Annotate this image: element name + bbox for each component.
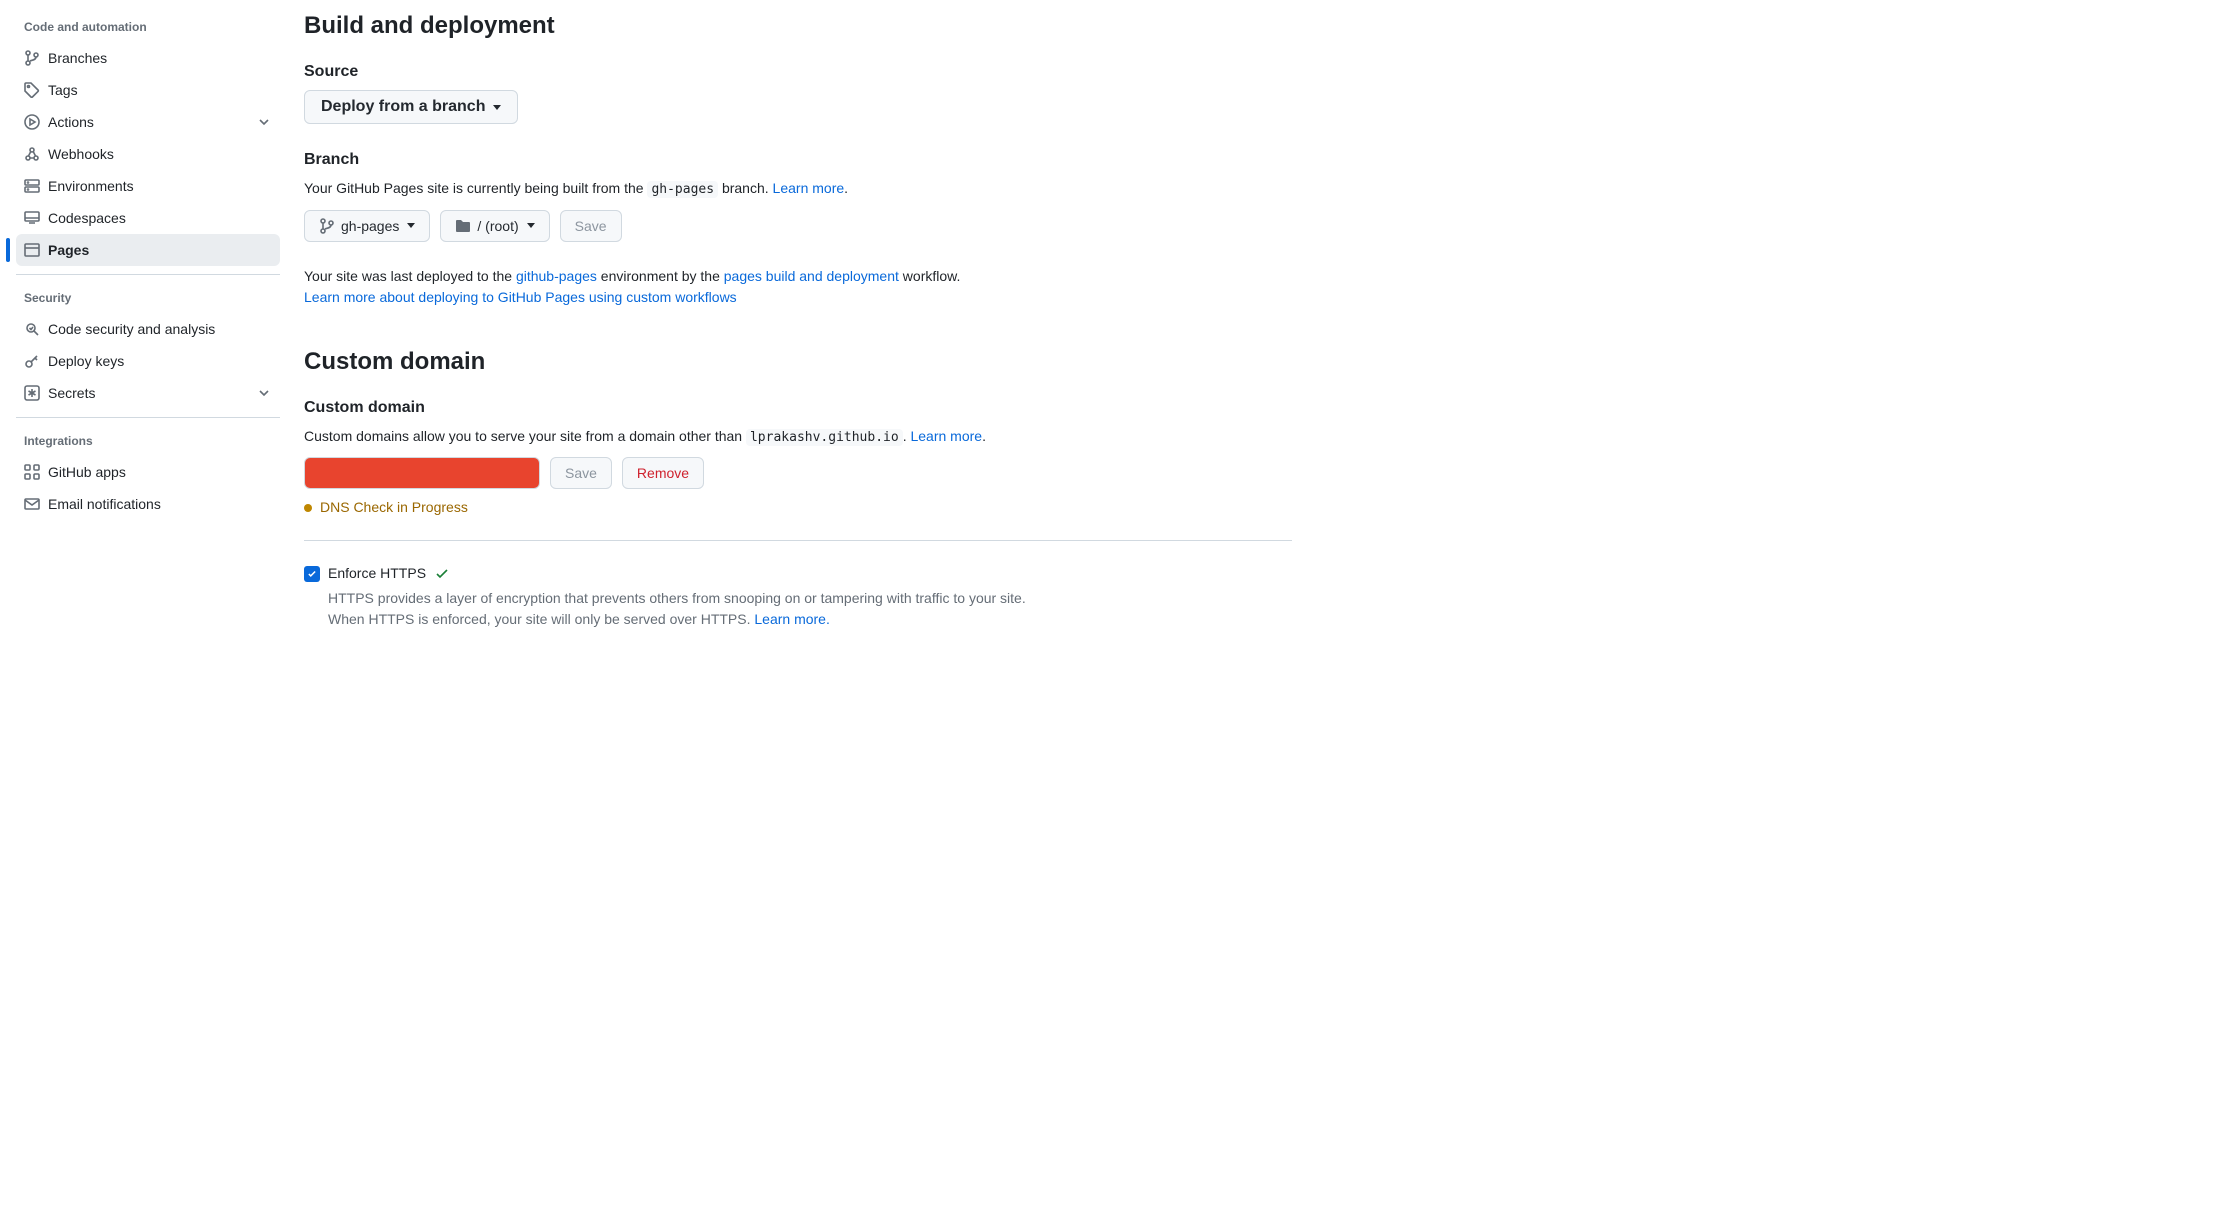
sidebar-item-label: Branches	[48, 48, 107, 69]
custom-domain-save-button[interactable]: Save	[550, 457, 612, 489]
source-label: Source	[304, 60, 1292, 84]
key-icon	[24, 353, 40, 369]
custom-domain-description: Custom domains allow you to serve your s…	[304, 426, 1292, 448]
enforce-https-label: Enforce HTTPS	[328, 563, 426, 584]
chevron-down-icon	[256, 114, 272, 130]
git-branch-icon	[319, 218, 335, 234]
sidebar-item-deploy-keys[interactable]: Deploy keys	[16, 345, 280, 377]
deploy-info-text: Your site was last deployed to the githu…	[304, 266, 1292, 308]
default-domain-code: lprakashv.github.io	[746, 429, 903, 446]
folder-picker-value: / (root)	[477, 218, 518, 234]
sidebar-item-pages[interactable]: Pages	[16, 234, 280, 266]
sidebar-item-branches[interactable]: Branches	[16, 42, 280, 74]
sidebar-item-label: Actions	[48, 112, 94, 133]
custom-domain-learn-more-link[interactable]: Learn more	[910, 428, 982, 444]
webhook-icon	[24, 146, 40, 162]
sidebar-item-label: Pages	[48, 240, 89, 261]
sidebar-item-label: Tags	[48, 80, 78, 101]
branch-save-button[interactable]: Save	[560, 210, 622, 242]
branch-label: Branch	[304, 148, 1292, 172]
sidebar-item-environments[interactable]: Environments	[16, 170, 280, 202]
sidebar-item-webhooks[interactable]: Webhooks	[16, 138, 280, 170]
sidebar-group-security: Security	[16, 283, 280, 313]
settings-sidebar: Code and automation Branches Tags Action…	[0, 0, 296, 654]
sidebar-group-code-automation: Code and automation	[16, 12, 280, 42]
caret-down-icon	[493, 105, 501, 110]
browser-icon	[24, 242, 40, 258]
check-icon	[434, 566, 450, 582]
sidebar-item-secrets[interactable]: Secrets	[16, 377, 280, 409]
custom-domain-input[interactable]	[304, 457, 540, 489]
enforce-https-row: Enforce HTTPS	[304, 563, 1292, 584]
custom-domain-remove-button[interactable]: Remove	[622, 457, 704, 489]
server-icon	[24, 178, 40, 194]
https-description: HTTPS provides a layer of encryption tha…	[328, 588, 1048, 630]
mail-icon	[24, 496, 40, 512]
folder-picker-dropdown[interactable]: / (root)	[440, 210, 549, 242]
play-circle-icon	[24, 114, 40, 130]
status-dot-icon	[304, 504, 312, 512]
deploy-learn-more-link[interactable]: Learn more about deploying to GitHub Pag…	[304, 289, 737, 305]
sidebar-item-codespaces[interactable]: Codespaces	[16, 202, 280, 234]
branch-learn-more-link[interactable]: Learn more	[773, 180, 845, 196]
deploy-workflow-link[interactable]: pages build and deployment	[724, 268, 899, 284]
sidebar-item-label: GitHub apps	[48, 462, 126, 483]
asterisk-icon	[24, 385, 40, 401]
main-content: Build and deployment Source Deploy from …	[296, 0, 1316, 654]
custom-domain-heading: Custom domain	[304, 344, 1292, 380]
custom-domain-label: Custom domain	[304, 396, 1292, 420]
sidebar-divider	[16, 417, 280, 418]
folder-icon	[455, 218, 471, 234]
sidebar-item-email-notifications[interactable]: Email notifications	[16, 488, 280, 520]
sidebar-item-label: Secrets	[48, 383, 95, 404]
sidebar-item-label: Webhooks	[48, 144, 114, 165]
sidebar-group-integrations: Integrations	[16, 426, 280, 456]
sidebar-item-label: Deploy keys	[48, 351, 124, 372]
sidebar-item-label: Email notifications	[48, 494, 161, 515]
tag-icon	[24, 82, 40, 98]
sidebar-item-github-apps[interactable]: GitHub apps	[16, 456, 280, 488]
git-branch-icon	[24, 50, 40, 66]
sidebar-item-actions[interactable]: Actions	[16, 106, 280, 138]
section-divider	[304, 540, 1292, 541]
dns-check-status: DNS Check in Progress	[304, 497, 1292, 518]
https-learn-more-link[interactable]: Learn more.	[754, 611, 829, 627]
chevron-down-icon	[256, 385, 272, 401]
dns-status-text: DNS Check in Progress	[320, 497, 468, 518]
sidebar-item-tags[interactable]: Tags	[16, 74, 280, 106]
shield-scan-icon	[24, 321, 40, 337]
enforce-https-checkbox[interactable]	[304, 566, 320, 582]
build-deployment-heading: Build and deployment	[304, 8, 1292, 44]
branch-description: Your GitHub Pages site is currently bein…	[304, 178, 1292, 200]
apps-icon	[24, 464, 40, 480]
branch-code: gh-pages	[647, 181, 718, 198]
sidebar-item-label: Code security and analysis	[48, 319, 215, 340]
branch-picker-value: gh-pages	[341, 218, 399, 234]
sidebar-item-label: Environments	[48, 176, 134, 197]
deploy-environment-link[interactable]: github-pages	[516, 268, 597, 284]
sidebar-item-label: Codespaces	[48, 208, 126, 229]
caret-down-icon	[407, 223, 415, 228]
source-dropdown-value: Deploy from a branch	[321, 98, 485, 116]
caret-down-icon	[527, 223, 535, 228]
source-dropdown[interactable]: Deploy from a branch	[304, 90, 518, 124]
branch-picker-dropdown[interactable]: gh-pages	[304, 210, 430, 242]
sidebar-divider	[16, 274, 280, 275]
sidebar-item-code-security[interactable]: Code security and analysis	[16, 313, 280, 345]
codespaces-icon	[24, 210, 40, 226]
checkmark-icon	[307, 569, 317, 579]
